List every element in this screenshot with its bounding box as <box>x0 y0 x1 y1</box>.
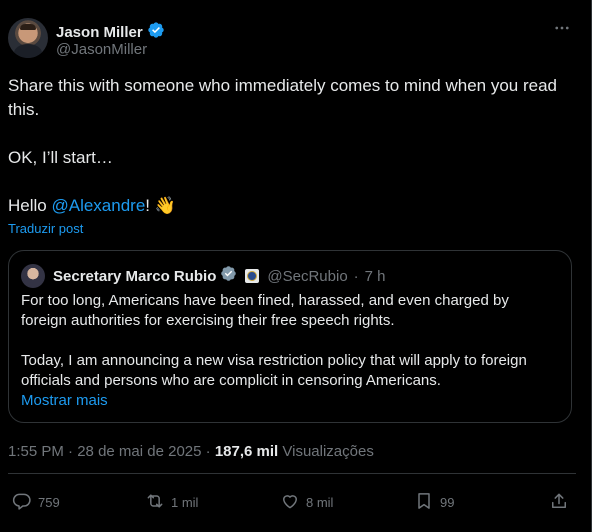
reply-count: 759 <box>38 494 60 510</box>
bookmark-count: 99 <box>440 494 455 510</box>
share-button[interactable] <box>549 486 569 518</box>
meta-separator: · <box>205 443 211 460</box>
quote-author-handle[interactable]: @SecRubio <box>267 268 347 285</box>
quoted-tweet[interactable]: Secretary Marco Rubio @SecRubio · 7 h Fo… <box>8 250 572 423</box>
show-more-link[interactable]: Mostrar mais <box>21 392 108 409</box>
verified-badge-icon[interactable] <box>147 21 165 44</box>
hello-prefix: Hello <box>8 196 52 215</box>
reply-button[interactable]: 759 <box>12 486 60 518</box>
bookmark-button[interactable]: 99 <box>414 486 454 518</box>
view-count: 187,6 mil <box>214 443 279 460</box>
quote-avatar[interactable] <box>21 264 45 288</box>
quote-time[interactable]: 7 h <box>365 268 386 285</box>
action-bar: 759 1 mil 8 mil 99 <box>0 486 592 518</box>
quote-author-name[interactable]: Secretary Marco Rubio <box>53 268 216 285</box>
divider <box>8 473 576 474</box>
mention-link[interactable]: @Alexandre <box>51 196 145 215</box>
tweet-date[interactable]: 28 de mai de 2025 <box>77 443 201 460</box>
quote-separator: · <box>353 267 359 285</box>
author-name[interactable]: Jason Miller <box>56 24 143 41</box>
tweet-meta: 1:55 PM · 28 de mai de 2025 · 187,6 mil … <box>8 443 374 460</box>
quote-paragraph-2: Today, I am announcing a new visa restri… <box>21 352 527 389</box>
translate-post-link[interactable]: Traduzir post <box>8 221 83 236</box>
tweet-detail: Jason Miller @JasonMiller Share this wit… <box>0 0 592 532</box>
like-button[interactable]: 8 mil <box>280 486 333 518</box>
tweet-text: Share this with someone who immediately … <box>8 74 568 218</box>
repost-button[interactable]: 1 mil <box>145 486 198 518</box>
bookmark-icon <box>414 491 434 514</box>
share-icon <box>549 491 569 514</box>
repost-count: 1 mil <box>171 494 199 510</box>
quote-header: Secretary Marco Rubio @SecRubio · 7 h <box>21 264 386 288</box>
meta-separator: · <box>68 443 74 460</box>
quote-text: For too long, Americans have been fined,… <box>21 291 557 391</box>
author-avatar[interactable] <box>8 18 48 58</box>
tweet-time[interactable]: 1:55 PM <box>8 443 64 460</box>
more-icon[interactable] <box>552 18 572 38</box>
like-count: 8 mil <box>306 494 334 510</box>
views-label: Visualizações <box>282 443 374 460</box>
quote-paragraph-1: For too long, Americans have been fined,… <box>21 292 509 329</box>
waving-hand-icon: 👋 <box>154 196 176 215</box>
reply-icon <box>12 491 32 514</box>
author-handle[interactable]: @JasonMiller <box>56 41 147 58</box>
tweet-line-3: Hello @Alexandre! 👋 <box>8 194 568 218</box>
verified-badge-gray-icon[interactable] <box>220 265 237 287</box>
repost-icon <box>145 491 165 514</box>
tweet-line-2: OK, I’ll start… <box>8 148 113 167</box>
tweet-line-1: Share this with someone who immediately … <box>8 76 557 119</box>
state-department-seal-icon <box>245 269 260 283</box>
hello-suffix: ! <box>145 196 151 215</box>
like-icon <box>280 491 300 514</box>
